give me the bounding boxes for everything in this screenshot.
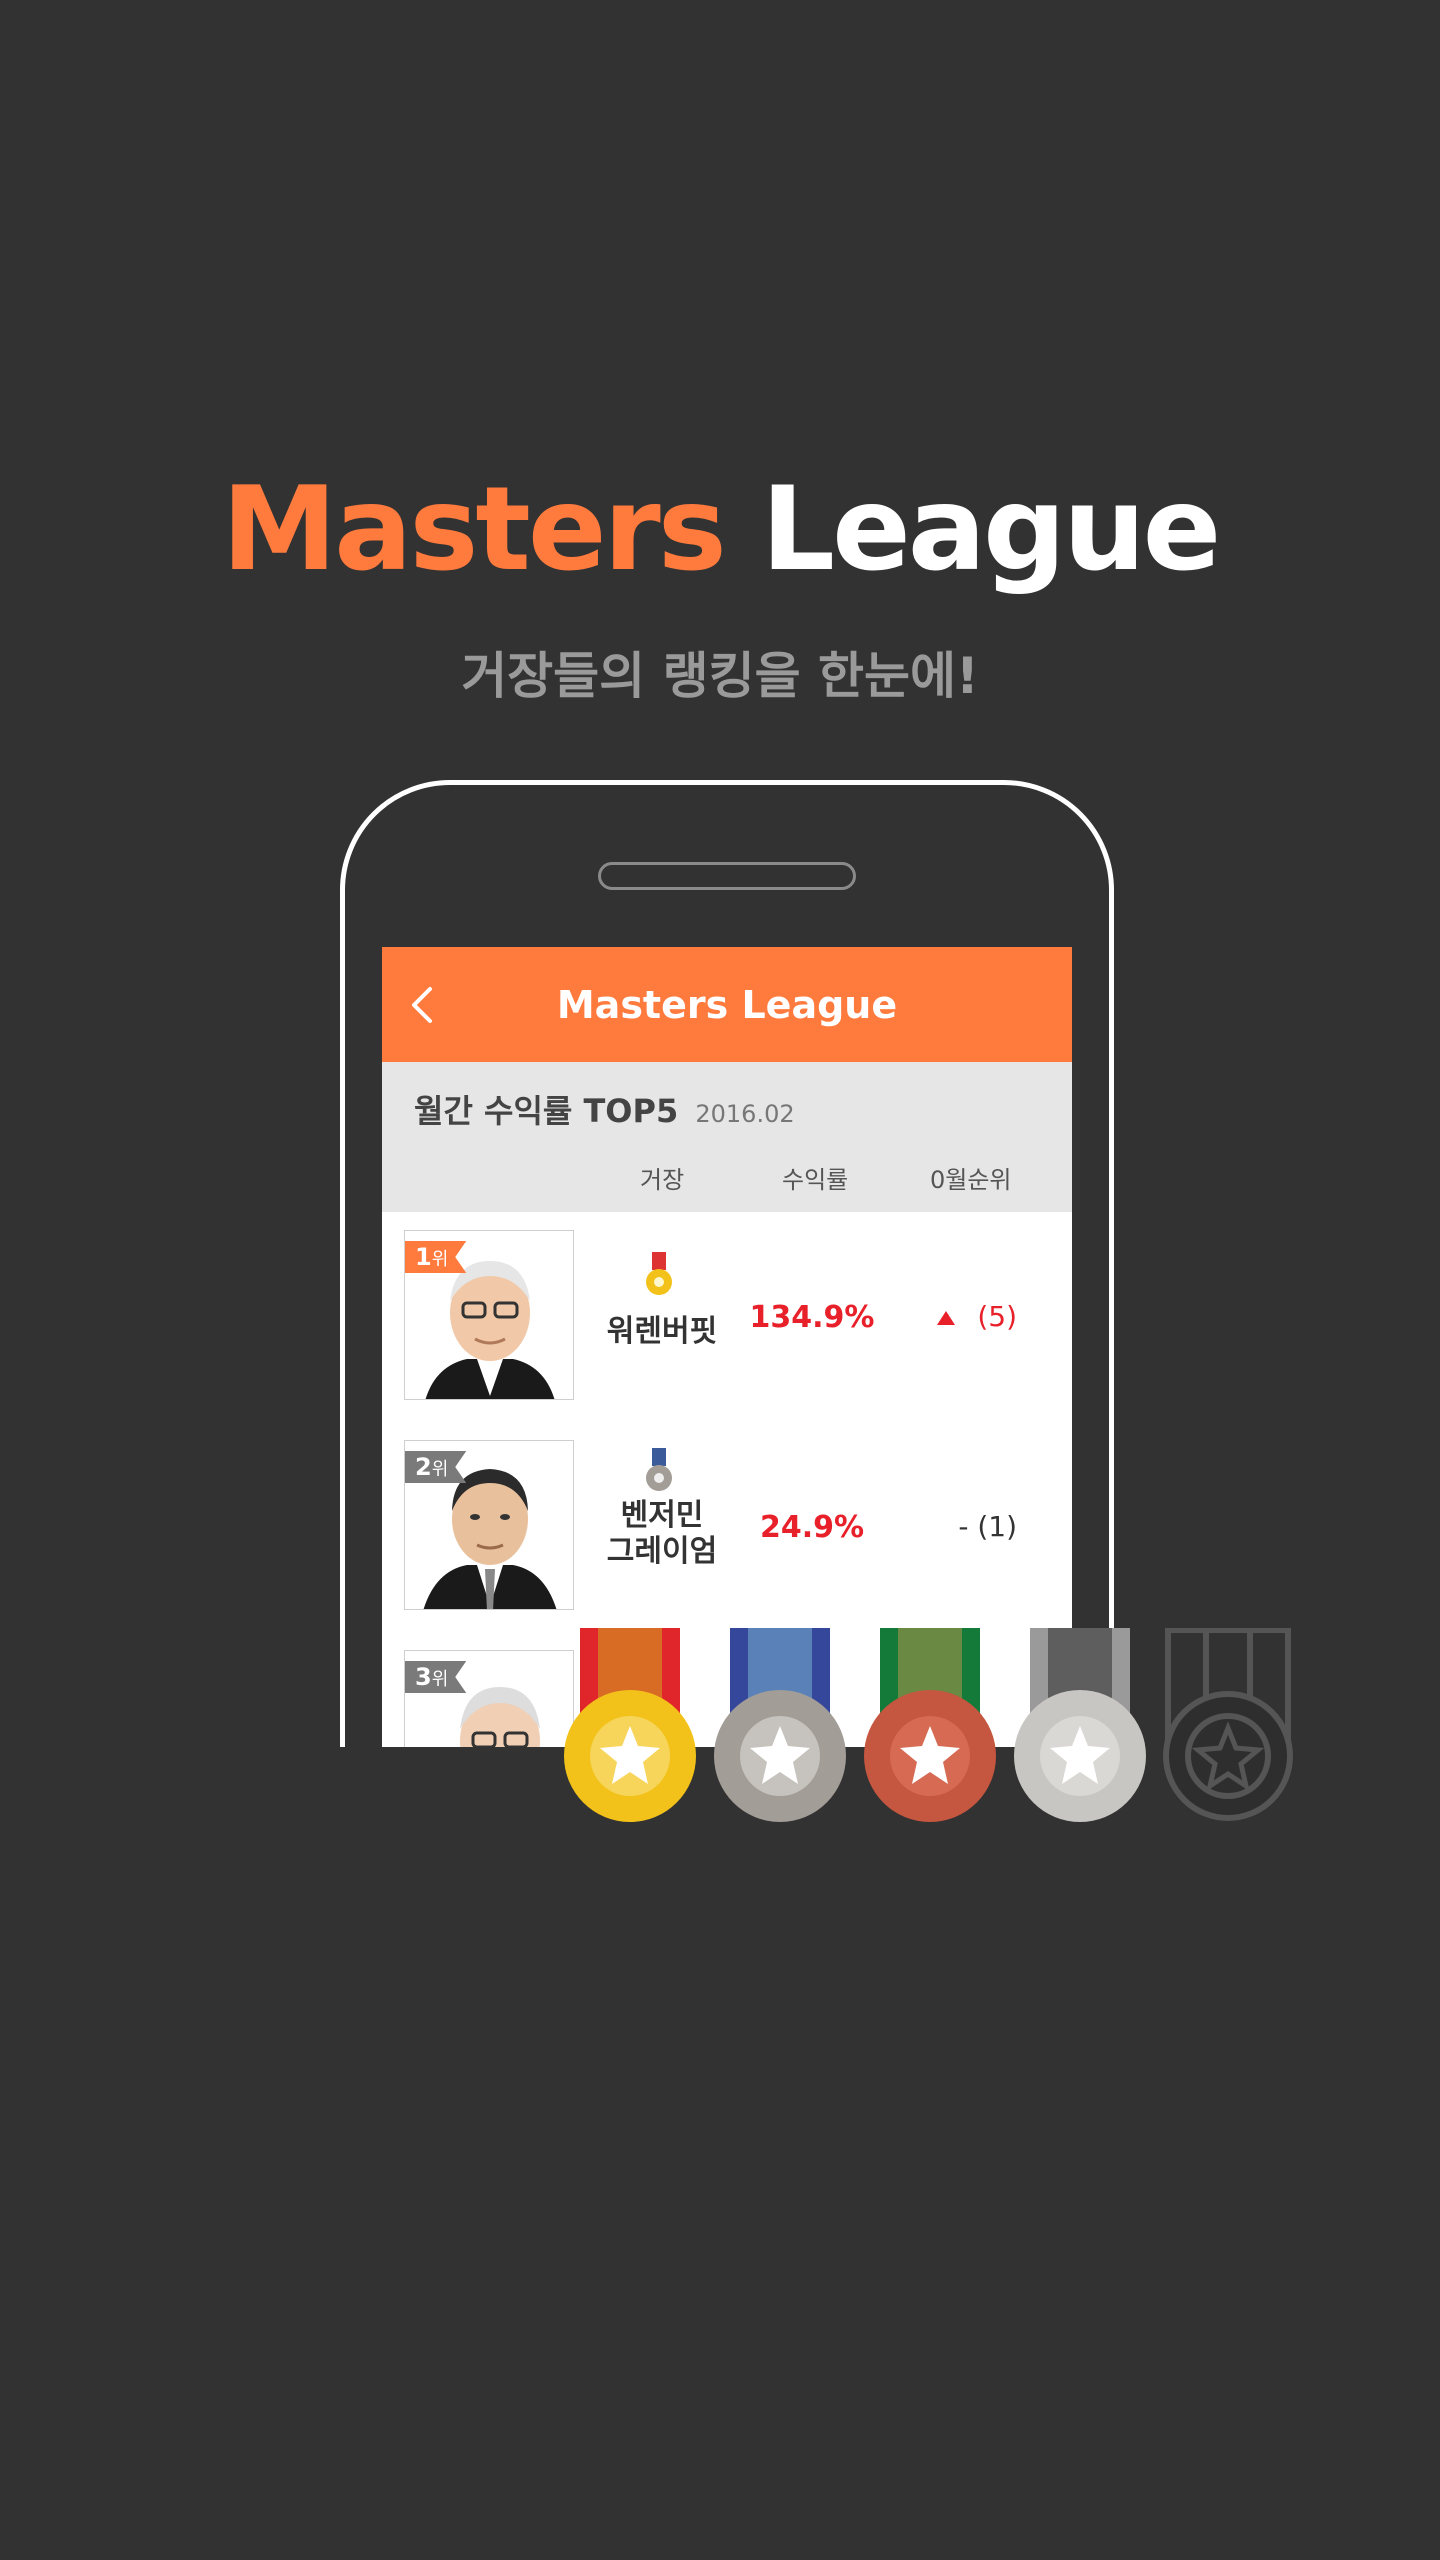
return-rate: 24.9% [759,1510,865,1545]
rank-unit: 위 [431,1459,449,1480]
outline-medal-icon [1163,1628,1293,1821]
section-title-text: 월간 수익률 TOP5 [414,1092,679,1130]
master-name: 워렌버핏 [582,1314,742,1350]
section-date: 2016.02 [695,1100,795,1128]
rank-change-value: (5) [977,1300,1017,1333]
phone-crop-mask [330,1747,1130,2347]
master-name-line1: 벤저민 [620,1498,704,1533]
gold-medal-icon [564,1628,696,1822]
rank-change: (5) [887,1300,1017,1333]
trend-up-icon [937,1311,956,1325]
master-name-line1: 워렌버핏 [606,1314,718,1349]
app-title: Masters League [556,983,898,1027]
ranking-row-2[interactable]: 2위 벤저민 그레이엄 24.9% - (1) [382,1422,1072,1634]
gold-medal-icon [646,1252,672,1295]
rank-number: 2 [415,1453,432,1481]
column-header-rank: 0월순위 [930,1166,1012,1194]
column-header-master: 거장 [640,1166,685,1194]
silver-medal-icon [646,1448,672,1491]
hero-subtitle: 거장들의 랭킹을 한눈에! [461,647,979,705]
rank-unit: 위 [431,1669,449,1690]
rank-number: 3 [415,1663,432,1691]
master-portrait: 2위 [404,1440,574,1610]
master-portrait: 1위 [404,1230,574,1400]
master-name: 벤저민 그레이엄 [582,1498,742,1570]
column-header-return: 수익률 [782,1166,849,1194]
bronze-medal-icon [864,1628,996,1822]
phone-speaker [598,862,856,890]
rank-number: 1 [415,1243,432,1271]
platinum-medal-icon [1014,1628,1146,1822]
hero-title-masters: Masters [221,462,727,597]
rank-change: - (1) [958,1510,1017,1543]
phone-screen: Masters League 월간 수익률 TOP5 2016.02 거장 수익… [382,947,1072,1747]
app-bar: Masters League [382,947,1072,1062]
master-name-line2: 그레이엄 [606,1534,718,1569]
section-title: 월간 수익률 TOP5 2016.02 [414,1086,795,1132]
return-rate: 134.9% [749,1300,875,1335]
hero-title: Masters League [0,462,1440,597]
hero-title-league: League [761,462,1221,597]
silver-medal-icon [714,1628,846,1822]
rank-unit: 위 [431,1249,449,1270]
ranking-row-1[interactable]: 1위 워렌버핏 134.9% (5) [382,1212,1072,1424]
ranking-header: 월간 수익률 TOP5 2016.02 거장 수익률 0월순위 [382,1062,1072,1212]
master-portrait: 3위 [404,1650,574,1747]
